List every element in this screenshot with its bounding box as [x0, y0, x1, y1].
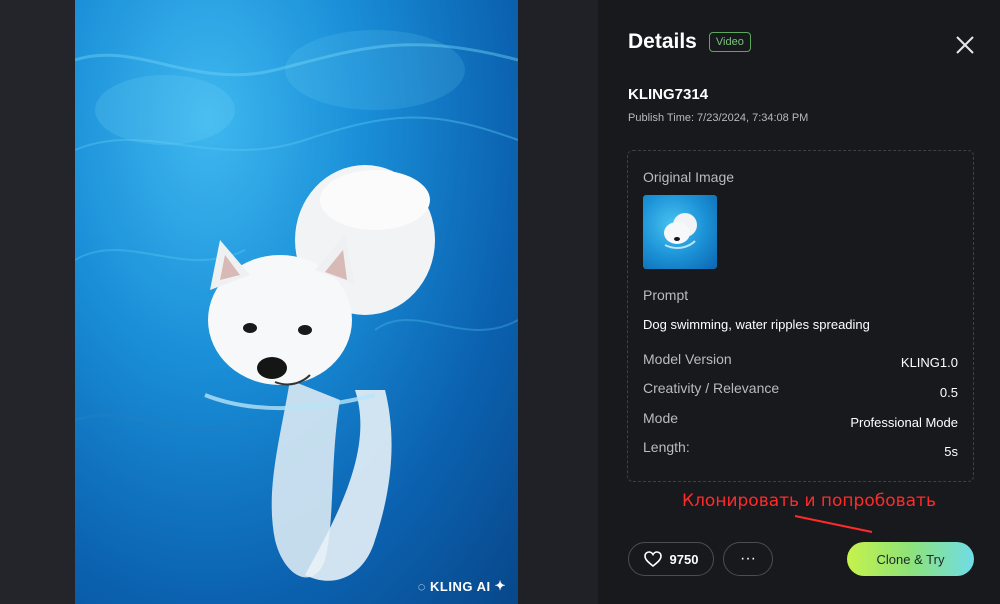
original-image-thumbnail[interactable] [643, 195, 717, 269]
thumbnail-image [664, 213, 697, 249]
annotation-text: Клонировать и попробовать [682, 491, 936, 511]
publish-label: Publish Time: [628, 112, 695, 124]
video-preview[interactable]: ◌ KLING AI ✦ [75, 0, 518, 604]
clone-try-button[interactable]: Clone & Try [847, 542, 974, 576]
creativity-label: Creativity / Relevance [643, 380, 780, 396]
dog-swimming-image [75, 30, 518, 581]
original-image-label: Original Image [643, 169, 735, 185]
details-panel: Details Video KLING7314 Publish Time: 7/2… [598, 0, 1000, 604]
video-badge: Video [708, 32, 751, 52]
left-margin [0, 0, 75, 604]
more-options-button[interactable]: ··· [723, 542, 773, 576]
details-header: Details Video [628, 30, 751, 54]
model-version-value: KLING1.0 [900, 355, 958, 370]
publish-value: 7/23/2024, 7:34:08 PM [697, 112, 809, 124]
mode-value: Professional Mode [850, 415, 958, 430]
sparkle-icon: ✦ [494, 578, 506, 593]
clip-id: KLING7314 [628, 86, 709, 103]
heart-icon [643, 551, 662, 567]
model-version-label: Model Version [643, 351, 732, 367]
kling-logo-icon: ◌ [417, 578, 427, 594]
watermark-text: KLING AI [430, 578, 491, 594]
close-icon[interactable] [954, 34, 976, 56]
mode-label: Mode [643, 410, 679, 426]
generation-info-box: Original Image Prompt Dog swimming, wate… [627, 150, 974, 482]
kling-watermark: ◌ KLING AI ✦ [418, 578, 506, 594]
creativity-value: 0.5 [939, 385, 958, 400]
length-label: Length: [643, 439, 690, 455]
prompt-text: Dog swimming, water ripples spreading [643, 317, 870, 332]
like-button[interactable]: 9750 [628, 542, 714, 576]
details-title: Details [628, 30, 697, 53]
clone-try-label: Clone & Try [876, 551, 945, 567]
more-icon: ··· [740, 550, 756, 567]
prompt-label: Prompt [643, 287, 689, 303]
length-value: 5s [944, 444, 958, 459]
like-count: 9750 [669, 551, 699, 567]
publish-time: Publish Time: 7/23/2024, 7:34:08 PM [628, 112, 808, 124]
